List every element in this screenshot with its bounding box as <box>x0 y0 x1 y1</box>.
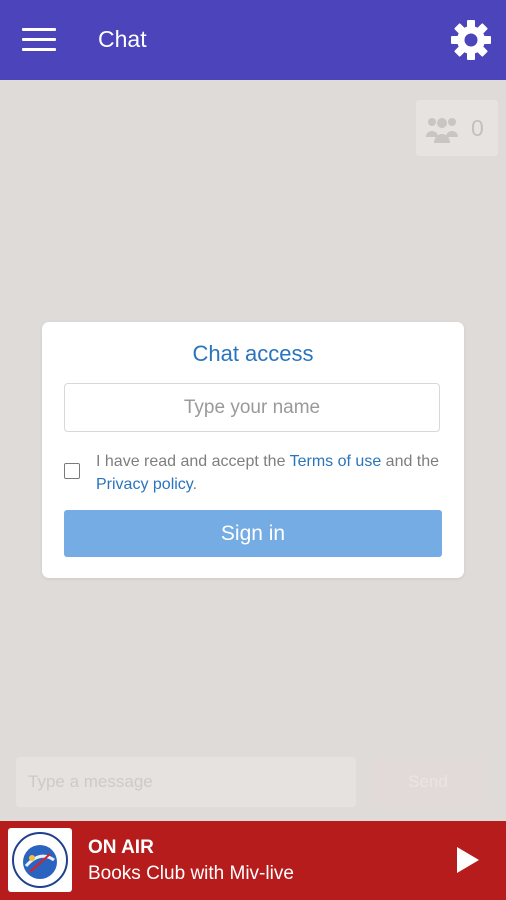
station-logo <box>8 828 72 892</box>
consent-text: I have read and accept the Terms of use … <box>96 453 440 493</box>
privacy-policy-link[interactable]: Privacy policy <box>96 476 193 493</box>
terms-of-use-link[interactable]: Terms of use <box>290 453 382 470</box>
dialog-title: Chat access <box>192 341 314 366</box>
station-logo-art <box>12 832 68 888</box>
online-users-counter[interactable]: 0 <box>416 100 498 156</box>
radio-player-bar: ON AIR Books Club with Miv-live <box>0 821 506 900</box>
message-input[interactable] <box>16 757 356 807</box>
on-air-label: ON AIR <box>88 837 154 858</box>
menu-icon[interactable] <box>22 28 56 52</box>
gear-icon[interactable] <box>450 19 492 61</box>
sign-in-button[interactable]: Sign in <box>64 510 442 557</box>
app-bar: Chat <box>0 0 506 80</box>
send-button[interactable]: Send <box>372 757 484 807</box>
play-icon[interactable] <box>455 846 481 874</box>
users-icon <box>426 118 458 143</box>
page-title: Chat <box>98 26 147 52</box>
users-count: 0 <box>471 115 484 141</box>
chat-access-dialog: Chat access I have read and accept the T… <box>42 322 464 578</box>
show-title: Books Club with Miv-live <box>88 863 294 884</box>
name-input[interactable] <box>64 383 440 432</box>
accept-terms-checkbox[interactable] <box>64 463 80 479</box>
